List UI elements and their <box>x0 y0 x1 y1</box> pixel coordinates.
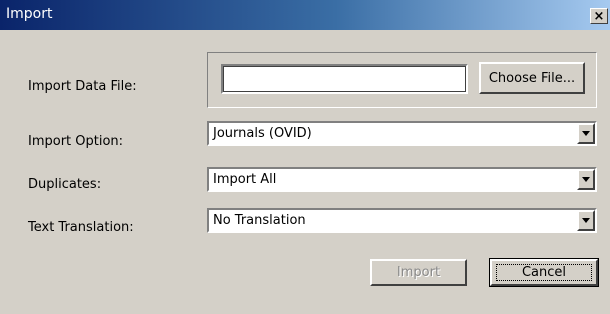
chevron-down-icon <box>582 218 590 223</box>
cancel-button-label: Cancel <box>521 265 567 280</box>
chevron-down-icon <box>582 177 590 182</box>
import-option-dropdown-button[interactable] <box>577 123 595 144</box>
chevron-down-icon <box>582 131 590 136</box>
duplicates-label: Duplicates: <box>28 177 102 192</box>
import-option-value: Journals (OVID) <box>213 126 312 141</box>
window-title: Import <box>6 6 53 22</box>
cancel-button[interactable]: Cancel <box>489 258 599 287</box>
text-translation-value: No Translation <box>213 213 306 228</box>
import-file-path-input[interactable] <box>221 64 468 94</box>
text-translation-label: Text Translation: <box>28 220 134 235</box>
duplicates-dropdown-button[interactable] <box>577 169 595 190</box>
import-data-file-label: Import Data File: <box>28 79 137 94</box>
import-option-label: Import Option: <box>28 134 124 149</box>
close-icon: × <box>593 8 605 24</box>
text-translation-select[interactable]: No Translation <box>207 208 597 233</box>
title-bar[interactable]: Import × <box>0 0 610 30</box>
duplicates-select[interactable]: Import All <box>207 167 597 192</box>
import-button[interactable]: Import <box>370 259 467 286</box>
file-chooser-group: Choose File... <box>207 52 597 108</box>
choose-file-button[interactable]: Choose File... <box>479 62 585 94</box>
duplicates-value: Import All <box>213 172 277 187</box>
text-translation-dropdown-button[interactable] <box>577 210 595 231</box>
close-button[interactable]: × <box>590 8 608 24</box>
import-button-label: Import <box>396 265 441 280</box>
import-option-select[interactable]: Journals (OVID) <box>207 121 597 146</box>
choose-file-button-label: Choose File... <box>488 70 576 86</box>
